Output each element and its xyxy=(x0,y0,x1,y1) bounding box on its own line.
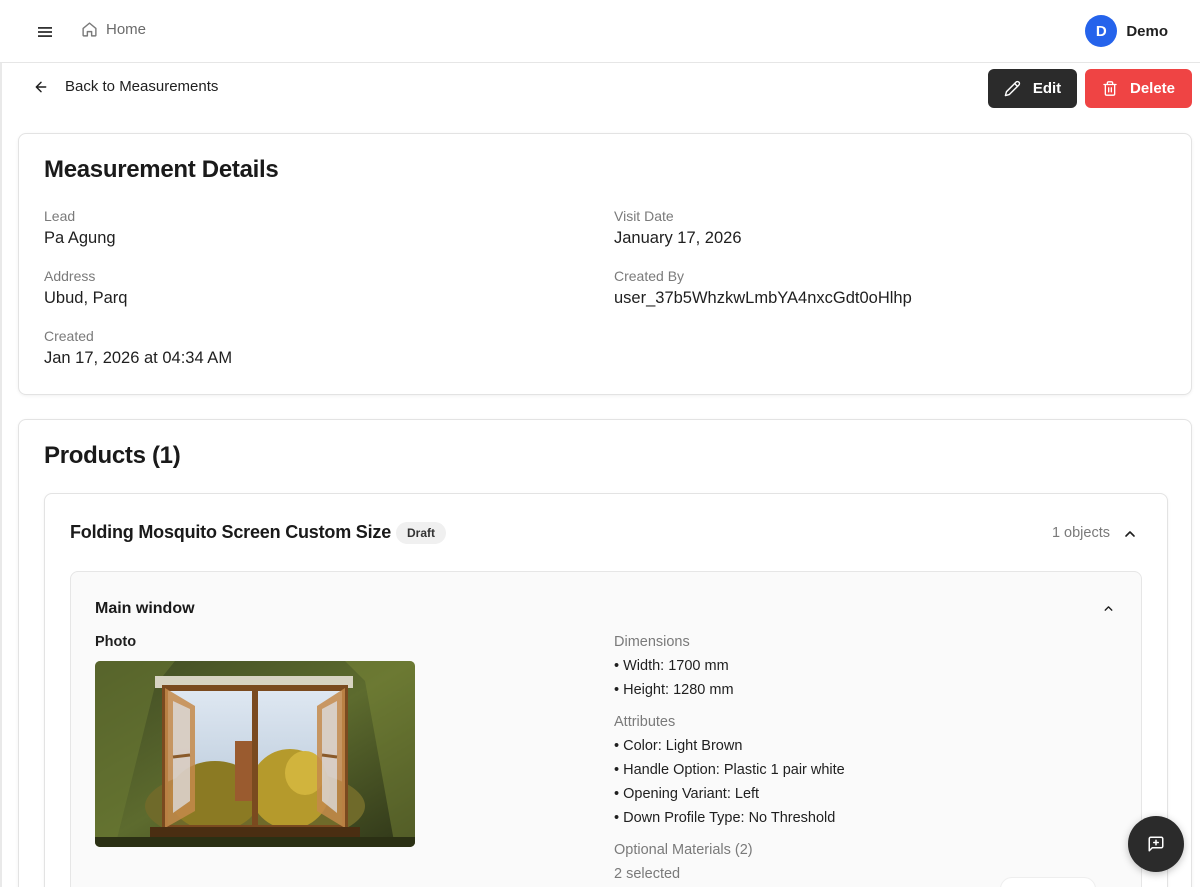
product-collapse-toggle[interactable] xyxy=(1120,524,1140,544)
created-value: Jan 17, 2026 at 04:34 AM xyxy=(44,349,233,367)
attributes-label: Attributes xyxy=(614,714,676,730)
created-by-label: Created By xyxy=(614,268,685,284)
created-label: Created xyxy=(44,328,94,344)
visit-date-label: Visit Date xyxy=(614,208,674,224)
user-name: Demo xyxy=(1126,22,1168,40)
breadcrumb-home[interactable]: Home xyxy=(81,21,146,38)
attribute-down-profile: • Down Profile Type: No Threshold xyxy=(614,810,836,826)
chevron-up-icon xyxy=(1104,605,1112,611)
home-icon xyxy=(82,22,97,37)
attribute-opening-variant: • Opening Variant: Left xyxy=(614,786,760,802)
dimension-width: • Width: 1700 mm xyxy=(614,658,729,674)
feedback-button[interactable] xyxy=(1128,816,1184,872)
status-badge: Draft xyxy=(396,522,447,544)
object-count: 1 objects xyxy=(1051,525,1110,541)
object-name: Main window xyxy=(95,600,195,617)
photo-label: Photo xyxy=(95,634,137,650)
address-value: Ubud, Parq xyxy=(44,289,128,307)
optional-materials-label: Optional Materials (2) xyxy=(614,842,753,858)
trash-icon xyxy=(1103,81,1117,96)
lead-value: Pa Agung xyxy=(44,229,116,247)
menu-button[interactable] xyxy=(33,20,57,44)
attribute-handle-option: • Handle Option: Plastic 1 pair white xyxy=(614,762,845,778)
products-title: Products (1) xyxy=(44,442,181,469)
edit-label: Edit xyxy=(1032,80,1062,97)
product-card: Folding Mosquito Screen Custom Size Draf… xyxy=(44,493,1168,887)
arrow-left-icon xyxy=(35,81,47,92)
created-by-value: user_37b5WhzkwLmbYA4nxcGdt0oHlhp xyxy=(614,289,912,307)
object-collapse-toggle[interactable] xyxy=(1099,599,1117,617)
product-name: Folding Mosquito Screen Custom Size xyxy=(70,522,392,542)
back-label: Back to Measurements xyxy=(65,78,219,95)
menu-icon xyxy=(38,27,52,37)
measurement-details-card: Measurement Details Lead Pa Agung Visit … xyxy=(18,133,1192,395)
edit-button[interactable]: Edit xyxy=(988,69,1077,108)
optional-materials-value: 2 selected xyxy=(614,866,681,882)
left-rail xyxy=(0,0,2,887)
lead-label: Lead xyxy=(44,208,76,224)
products-card: Products (1) Folding Mosquito Screen Cus… xyxy=(18,419,1192,887)
top-bar: Home D Demo xyxy=(0,0,1200,63)
pencil-icon xyxy=(1004,80,1020,97)
avatar: D xyxy=(1085,15,1118,47)
dimensions-label: Dimensions xyxy=(614,634,690,650)
delete-label: Delete xyxy=(1129,80,1176,97)
details-title: Measurement Details xyxy=(44,156,279,183)
back-to-measurements-link[interactable]: Back to Measurements xyxy=(33,78,218,95)
message-plus-icon xyxy=(1148,836,1164,852)
chevron-up-icon xyxy=(1125,531,1135,537)
user-menu[interactable]: D Demo xyxy=(1085,15,1168,47)
address-label: Address xyxy=(44,268,96,284)
visit-date-value: January 17, 2026 xyxy=(614,229,742,247)
window-photo[interactable] xyxy=(95,661,415,847)
breadcrumb-home-label: Home xyxy=(106,21,147,38)
floating-panel-edge xyxy=(1000,877,1096,887)
delete-button[interactable]: Delete xyxy=(1085,69,1192,108)
dimension-height: • Height: 1280 mm xyxy=(614,682,734,698)
attribute-color: • Color: Light Brown xyxy=(614,738,743,754)
object-card: Main window Photo Dimensions • Width: 17… xyxy=(70,571,1142,887)
